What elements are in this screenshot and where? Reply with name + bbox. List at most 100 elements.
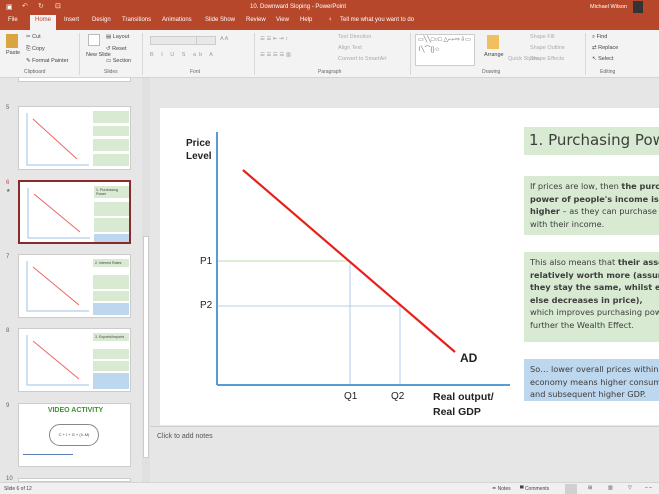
cut-button[interactable]: ✂ Cut xyxy=(26,34,41,40)
convert-smartart-button[interactable]: Convert to SmartArt xyxy=(338,56,387,62)
align-text-button[interactable]: Align Text xyxy=(338,45,362,51)
layout-label: Layout xyxy=(112,34,130,40)
bold-text: higher xyxy=(530,206,560,216)
tab-help[interactable]: Help xyxy=(300,17,312,23)
reading-view-icon[interactable]: ▥ xyxy=(608,485,613,491)
arrange-button[interactable]: Arrange xyxy=(484,52,504,58)
tab-animations[interactable]: Animations xyxy=(162,17,192,23)
user-name[interactable]: Michael Wilson xyxy=(590,4,627,10)
shapes-gallery[interactable]: ▭╲╲□○□ △⌐⌐⇨⇩▭ ⌇╲⌒{}☆ xyxy=(415,34,475,66)
q2-label: Q2 xyxy=(391,391,405,402)
font-format-icons[interactable]: B I U S ab A xyxy=(150,52,216,58)
copy-button[interactable]: ⎘ Copy xyxy=(26,46,45,53)
bold-text: power of people's income is xyxy=(530,193,659,204)
tab-review[interactable]: Review xyxy=(246,17,266,23)
tab-transitions[interactable]: Transitions xyxy=(122,17,151,23)
text: So… lower overall prices within the xyxy=(530,364,659,374)
find-label: Find xyxy=(596,34,608,40)
slideshow-icon[interactable]: ▽ xyxy=(628,485,632,491)
slide-title[interactable]: 1. Purchasing Power xyxy=(524,127,659,155)
replace-button[interactable]: ⇄ Replace xyxy=(592,45,618,51)
slide-thumbnail-7[interactable]: 2. Interest Rates xyxy=(18,254,131,318)
save-icon[interactable]: ▣ xyxy=(6,3,13,11)
replace-label: Replace xyxy=(598,45,619,51)
thumb-title: 3. Exports/Imports xyxy=(93,333,129,341)
select-label: Select xyxy=(598,56,614,62)
tab-design[interactable]: Design xyxy=(92,17,111,23)
tab-file[interactable]: File xyxy=(8,17,18,23)
font-group-label: Font xyxy=(190,69,201,75)
slide-canvas[interactable]: Price Level P1 P2 Q1 Q2 AD Real output/Re… xyxy=(160,108,659,425)
summary-box[interactable]: So… lower overall prices within the econ… xyxy=(524,359,659,401)
paste-icon[interactable] xyxy=(6,34,18,48)
shape-outline-button[interactable]: Shape Outline xyxy=(530,45,565,51)
thumb-title: VIDEO ACTIVITY xyxy=(47,407,104,414)
find-button[interactable]: ⌕ Find xyxy=(592,34,607,41)
slide-number: 5 xyxy=(6,105,10,111)
font-size-box[interactable] xyxy=(196,36,216,45)
text: with their income. xyxy=(530,218,605,229)
slide-number: 8 xyxy=(6,328,10,334)
text-box-2[interactable]: This also means that their assets are re… xyxy=(524,252,659,342)
tab-view[interactable]: View xyxy=(276,17,289,23)
zoom-slider[interactable]: – – xyxy=(645,485,652,491)
notes-button[interactable]: ≐ Notes xyxy=(492,486,511,492)
thumbnail-scrollbar[interactable] xyxy=(142,78,150,482)
tab-slide-show[interactable]: Slide Show xyxy=(205,17,235,23)
paste-button[interactable]: Paste xyxy=(6,50,20,56)
avatar[interactable] xyxy=(633,1,643,13)
layout-button[interactable]: ▤ Layout xyxy=(106,34,129,40)
list-icons[interactable]: ☰ ☰ ⇤ ⇥ ↕ xyxy=(260,36,288,42)
text: further the Wealth Effect. xyxy=(530,319,634,330)
slide-number: 9 xyxy=(6,403,10,409)
text-direction-button[interactable]: Text Direction xyxy=(338,34,371,40)
shape-effects-button[interactable]: Shape Effects xyxy=(530,56,564,62)
select-button[interactable]: ↖ Select xyxy=(592,56,613,62)
text: and subsequent higher GDP. xyxy=(530,389,647,399)
format-painter-button[interactable]: ✎ Format Painter xyxy=(26,58,69,64)
slide-thumbnail-4[interactable] xyxy=(18,78,131,82)
x-axis-label: Real output/Real GDP xyxy=(433,390,494,420)
slide-number: 7 xyxy=(6,254,10,260)
slide-thumbnail-9[interactable]: VIDEO ACTIVITY C + I + G + (X-M) xyxy=(18,403,131,467)
bold-text: the purchasing xyxy=(621,181,659,191)
section-button[interactable]: ▭ Section xyxy=(106,58,131,64)
title-bar: ▣ ↶ ↻ ⊡ 10. Downward Sloping - PowerPoin… xyxy=(0,0,659,14)
y-axis-label: Price Level xyxy=(186,137,212,163)
new-slide-icon[interactable] xyxy=(88,34,100,46)
animation-star-icon: ★ xyxy=(6,188,11,194)
text: – as they can purchase more xyxy=(562,206,659,216)
slide-thumbnail-8[interactable]: 3. Exports/Imports xyxy=(18,328,131,392)
present-icon[interactable]: ⊡ xyxy=(55,2,61,10)
tab-home[interactable]: Home xyxy=(30,15,57,30)
undo-icon[interactable]: ↶ xyxy=(22,2,28,10)
arrange-icon[interactable] xyxy=(487,35,499,49)
redo-icon[interactable]: ↻ xyxy=(38,2,44,10)
text: This also means that xyxy=(530,257,618,267)
slide-thumbnail-5[interactable] xyxy=(18,106,131,170)
reset-button[interactable]: ↺ Reset xyxy=(106,46,127,52)
window-title: 10. Downward Sloping - PowerPoint xyxy=(250,4,347,10)
notes-placeholder[interactable]: Click to add notes xyxy=(157,433,213,440)
thumb-title: 2. Interest Rates xyxy=(93,259,129,267)
slide-number: 6 xyxy=(6,180,10,186)
slide-sorter-icon[interactable]: ⊞ xyxy=(588,485,592,491)
normal-view-icon[interactable] xyxy=(565,484,577,494)
slide-thumbnail-6[interactable]: 1. Purchasing Power xyxy=(18,180,131,244)
text-box-1[interactable]: If prices are low, then the purchasing p… xyxy=(524,176,659,235)
tab-insert[interactable]: Insert xyxy=(64,17,79,23)
scrollbar-thumb[interactable] xyxy=(143,236,149,458)
y-label-line-1: Price xyxy=(186,138,211,149)
x-label-line-2: Real GDP xyxy=(433,406,481,418)
editing-group-label: Editing xyxy=(600,69,616,75)
shape-fill-button[interactable]: Shape Fill xyxy=(530,34,554,40)
font-grow-icon[interactable]: A A xyxy=(220,36,228,42)
align-icons[interactable]: ☰ ☰ ☰ ☰ ▥ xyxy=(260,52,291,58)
p2-label: P2 xyxy=(200,300,213,311)
text: which improves purchasing power and xyxy=(530,307,659,317)
tell-me-search[interactable]: Tell me what you want to do xyxy=(340,17,414,23)
comments-button[interactable]: ▀ Comments xyxy=(520,486,549,492)
notes-label: Notes xyxy=(497,486,511,492)
notes-divider xyxy=(150,426,659,427)
slide-thumbnail-pane: 5 6 ★ 1. Purchasing Power 7 2. Interest … xyxy=(0,78,150,482)
